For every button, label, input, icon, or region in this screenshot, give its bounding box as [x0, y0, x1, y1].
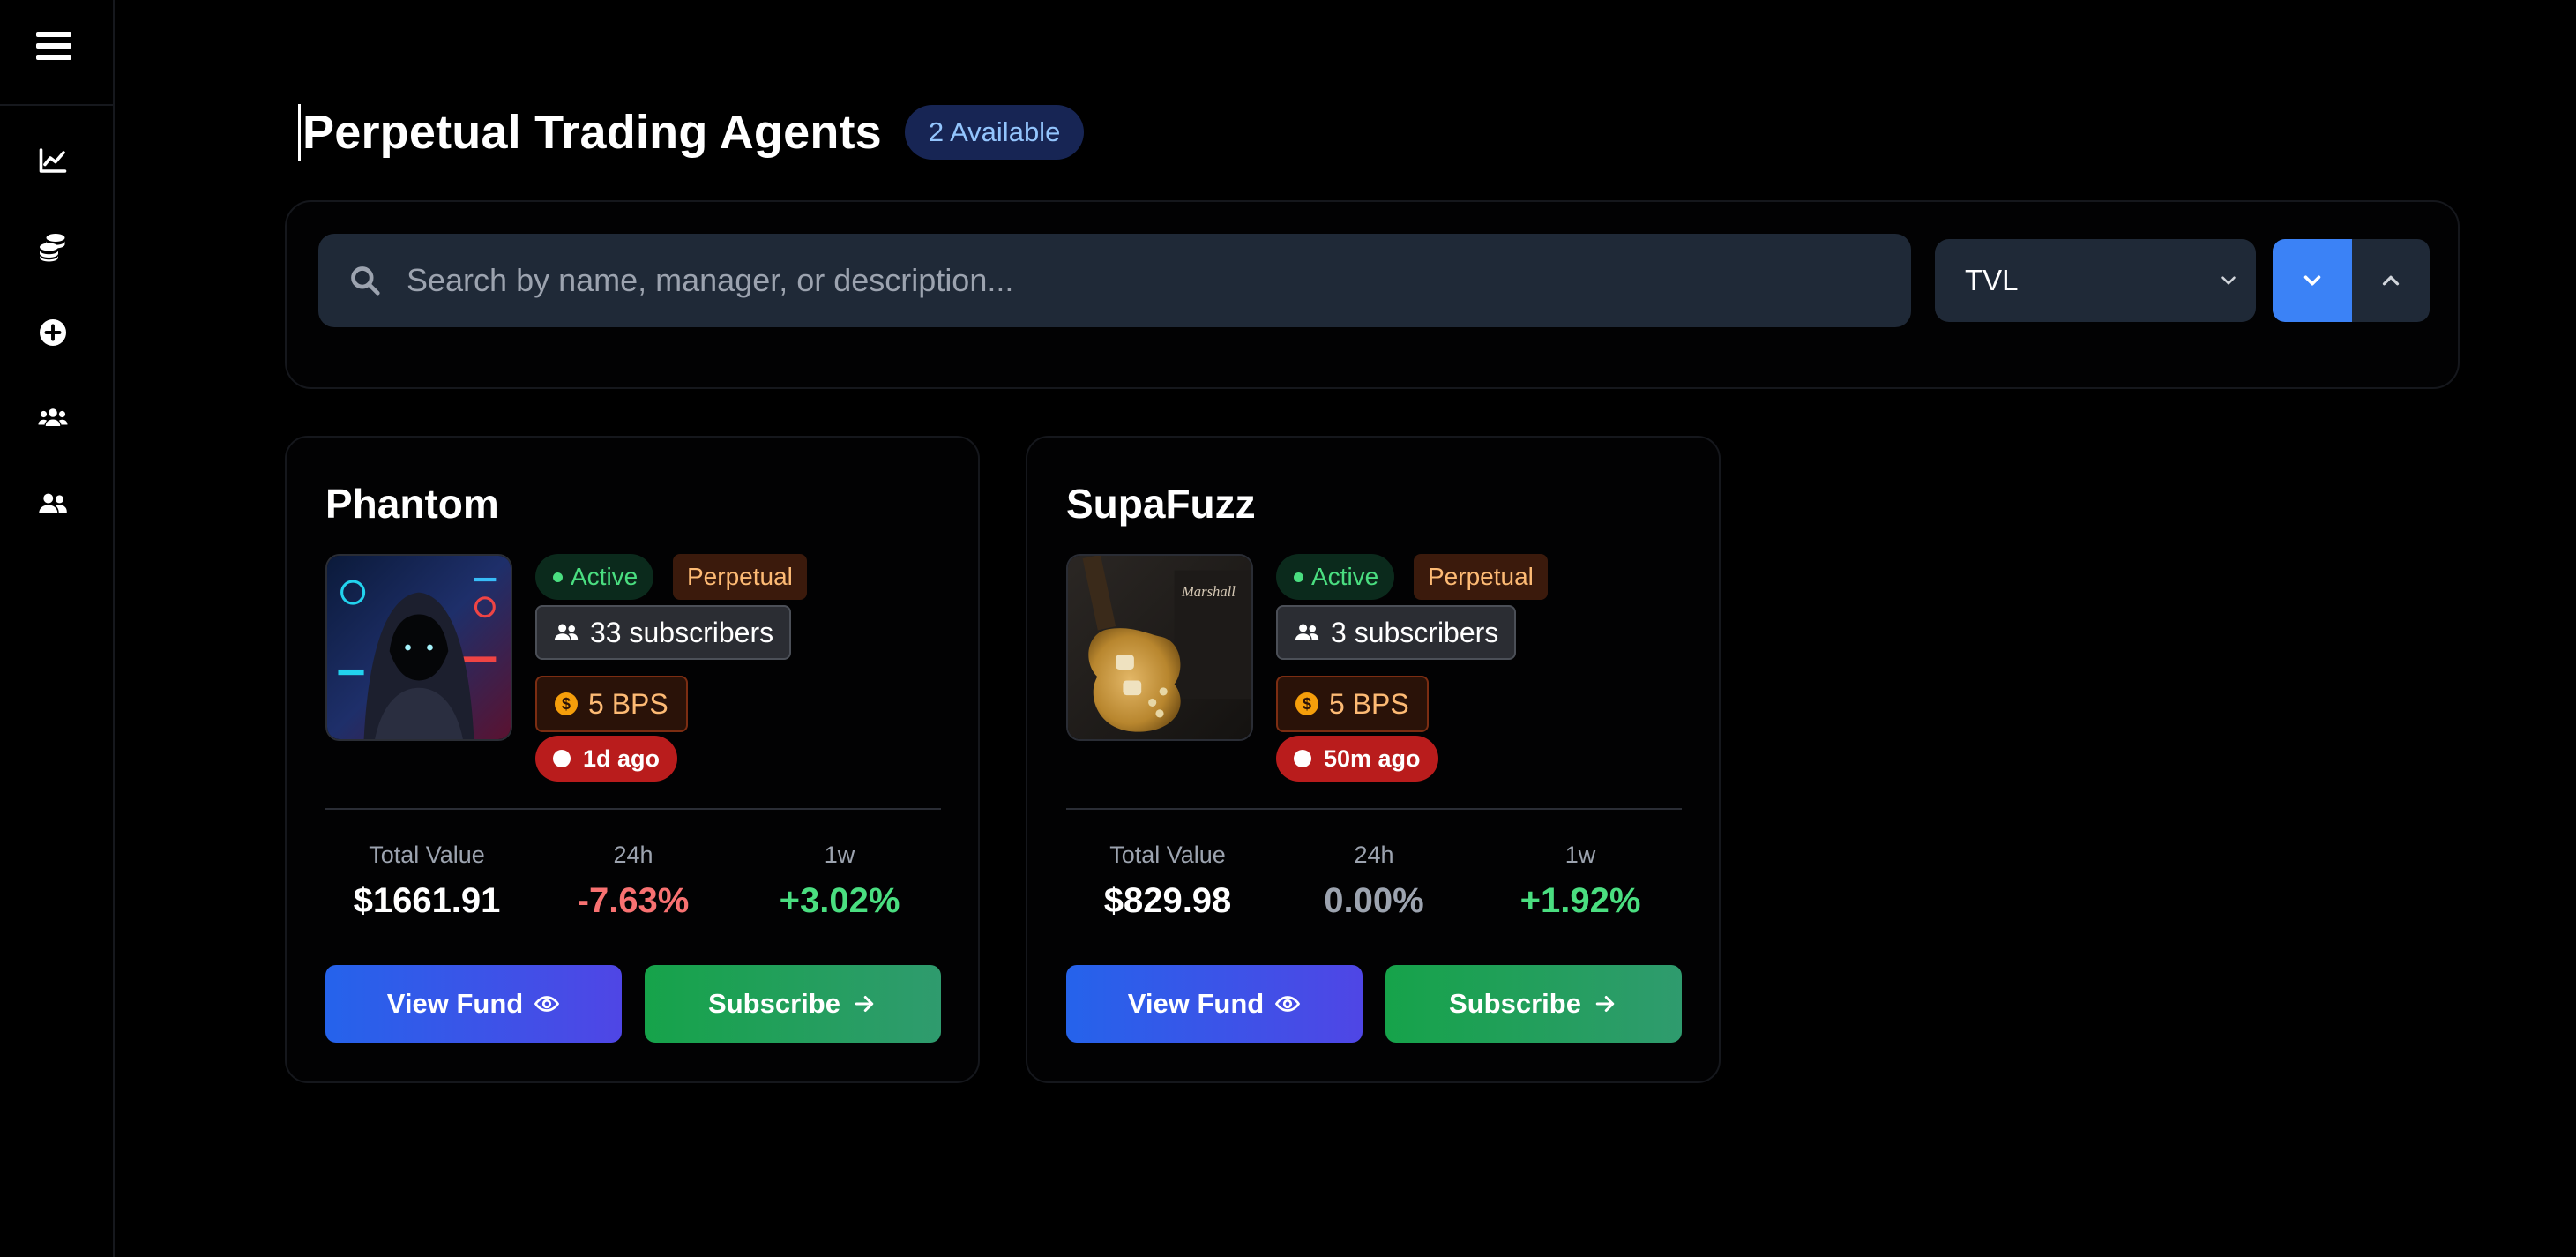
fund-avatar: Marshall [1066, 554, 1253, 741]
total-value-stat: Total Value $1661.91 [325, 842, 528, 921]
subscribers-text: 33 subscribers [590, 616, 774, 648]
status-text: Active [571, 563, 638, 590]
dollar-coin-icon: $ [555, 692, 578, 715]
record-dot-icon [553, 750, 571, 767]
stat-value: $829.98 [1103, 881, 1232, 920]
stat-value: +3.02% [779, 881, 900, 920]
eye-icon [534, 996, 560, 1012]
status-text: Active [1311, 563, 1379, 590]
stat-label: Total Value [369, 842, 485, 868]
available-count-badge: 2 Available [904, 105, 1085, 160]
last-update-badge: 1d ago [535, 736, 678, 782]
page-header: Perpetual Trading Agents 2 Available [298, 104, 1085, 161]
arrow-right-icon [1595, 996, 1615, 1012]
stat-value: -7.63% [577, 881, 690, 920]
search-icon [351, 266, 380, 296]
users-icon [554, 624, 579, 640]
dollar-coin-icon: $ [1295, 692, 1318, 715]
arrow-right-icon [855, 996, 874, 1012]
subscribers-badge: 33 subscribers [535, 605, 792, 660]
button-label: Subscribe [1449, 988, 1581, 1019]
button-label: Subscribe [708, 988, 840, 1019]
fee-text: 5 BPS [588, 687, 668, 720]
fee-badge: $ 5 BPS [1276, 676, 1429, 732]
fund-card: SupaFuzz Marshall Active Perpetual 3 sub… [1026, 436, 1721, 1083]
search-box[interactable] [318, 234, 1911, 327]
view-fund-button[interactable]: View Fund [1066, 965, 1363, 1043]
fund-card: Phantom Active Perpetual 33 subscribers … [285, 436, 980, 1083]
type-badge: Perpetual [1414, 554, 1548, 600]
button-label: View Fund [1127, 988, 1265, 1019]
status-badge: Active [1276, 554, 1395, 600]
sort-select-value: TVL [1965, 264, 2019, 296]
subscribe-button[interactable]: Subscribe [1385, 965, 1682, 1043]
status-dot [1294, 572, 1303, 582]
divider [325, 808, 941, 810]
stat-label: 24h [1354, 842, 1394, 868]
hamburger-icon[interactable] [36, 32, 71, 60]
menu-toggle[interactable] [0, 0, 113, 106]
view-fund-button[interactable]: View Fund [325, 965, 622, 1043]
chevron-down-icon [2221, 276, 2236, 285]
change-1w-stat: 1w +1.92% [1479, 842, 1682, 921]
users-icon [1295, 624, 1319, 640]
stat-value: $1661.91 [353, 881, 501, 920]
total-value-stat: Total Value $829.98 [1066, 842, 1269, 921]
status-badge: Active [535, 554, 654, 600]
stat-label: 24h [613, 842, 653, 868]
stat-label: Total Value [1109, 842, 1226, 868]
coins-icon[interactable] [35, 229, 71, 265]
sort-select[interactable]: TVL [1935, 239, 2256, 322]
chevron-down-icon [2303, 275, 2321, 286]
button-label: View Fund [386, 988, 524, 1019]
subscribers-text: 3 subscribers [1331, 616, 1499, 648]
status-dot [553, 572, 563, 582]
fund-name: SupaFuzz [1066, 481, 1256, 527]
last-update-text: 1d ago [583, 744, 661, 772]
sort-descending-button[interactable] [2273, 239, 2352, 322]
last-update-badge: 50m ago [1276, 736, 1438, 782]
stat-value: +1.92% [1519, 881, 1641, 920]
chevron-up-icon [2382, 275, 2400, 286]
sort-ascending-button[interactable] [2352, 239, 2430, 322]
change-24h-stat: 24h 0.00% [1273, 842, 1475, 921]
users-group-icon[interactable] [35, 400, 71, 436]
divider [1066, 808, 1682, 810]
search-input[interactable] [405, 261, 1819, 300]
stat-label: 1w [1564, 842, 1596, 868]
fund-name: Phantom [325, 481, 499, 527]
eye-icon [1275, 996, 1301, 1012]
fee-badge: $ 5 BPS [535, 676, 688, 732]
fee-text: 5 BPS [1329, 687, 1409, 720]
filter-toolbar: TVL [285, 200, 2460, 389]
change-24h-stat: 24h -7.63% [532, 842, 735, 921]
plus-circle-icon[interactable] [35, 315, 71, 350]
last-update-text: 50m ago [1324, 744, 1421, 772]
sidebar [0, 0, 115, 1257]
svg-text:Marshall: Marshall [1181, 583, 1236, 600]
chart-line-icon[interactable] [35, 143, 71, 178]
user-friends-icon[interactable] [35, 486, 71, 521]
record-dot-icon [1294, 750, 1311, 767]
subscribers-badge: 3 subscribers [1276, 605, 1517, 660]
stat-value: 0.00% [1324, 881, 1424, 920]
change-1w-stat: 1w +3.02% [738, 842, 941, 921]
text-cursor [298, 104, 301, 161]
type-badge: Perpetual [673, 554, 807, 600]
fund-avatar [325, 554, 512, 741]
page-title: Perpetual Trading Agents [302, 106, 882, 159]
stat-label: 1w [824, 842, 855, 868]
subscribe-button[interactable]: Subscribe [645, 965, 941, 1043]
